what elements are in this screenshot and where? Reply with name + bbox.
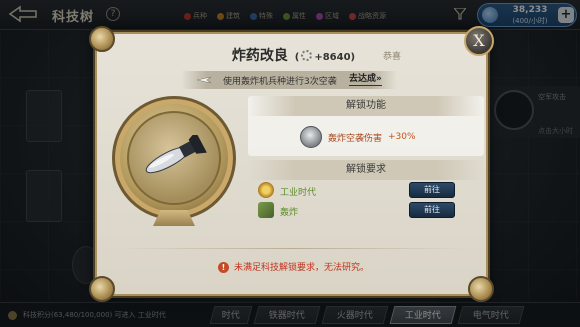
tech-bonus: (+8640) [294,50,356,63]
goto-industrial-age-button[interactable]: 前往 [409,182,455,198]
warning-message: ! 未满足科技解锁要求，无法研究。 [97,260,490,273]
unlock-function-panel: 解锁功能 轰炸空袭伤害 +30% [248,96,484,156]
warning-icon: ! [217,262,229,273]
tech-name: 炸药改良 [231,48,288,64]
bonus-value: +8640 [314,52,351,63]
divider [117,248,470,249]
goto-bombing-button[interactable]: 前往 [409,202,455,218]
unlock-requirements-heading: 解锁要求 [248,160,484,180]
task-banner: 使用轰炸机兵种进行3次空袭 去达成» [181,71,397,89]
bombing-tech-icon [258,202,274,218]
tech-emblem [112,96,236,220]
effect-value: +30% [388,132,416,142]
tech-detail-dialog: X 炸药改良 (+8640) 恭喜 使用轰炸机兵种进行3次空袭 去达成» 解锁功… [89,26,494,302]
task-text: 使用轰炸机兵种进行3次空袭 [223,77,337,87]
unlock-requirements-panel: 解锁要求 工业时代 前往 轰炸 前往 [248,160,484,222]
congrats-label: 恭喜 [383,52,402,62]
warning-text: 未满足科技解锁要求，无法研究。 [233,263,369,273]
requirement-label: 工业时代 [280,188,317,198]
requirement-row: 轰炸 前往 [258,202,478,220]
unlock-effect: 轰炸空袭伤害 +30% [300,125,416,149]
gear-icon [301,50,313,61]
corner-ornament-icon [468,276,494,302]
go-achieve-link[interactable]: 去达成» [349,74,382,86]
industrial-gear-icon [258,182,274,198]
bomber-plane-icon [197,76,211,84]
dialog-title: 炸药改良 (+8640) [97,45,490,65]
unlock-function-heading: 解锁功能 [248,96,484,116]
corner-ornament-icon [89,276,115,302]
effect-name: 轰炸空袭伤害 [328,133,383,144]
requirement-label: 轰炸 [280,208,299,218]
requirement-row: 工业时代 前往 [258,182,478,200]
bomber-helmet-icon [300,126,322,148]
aerial-bomb-icon [145,135,207,174]
